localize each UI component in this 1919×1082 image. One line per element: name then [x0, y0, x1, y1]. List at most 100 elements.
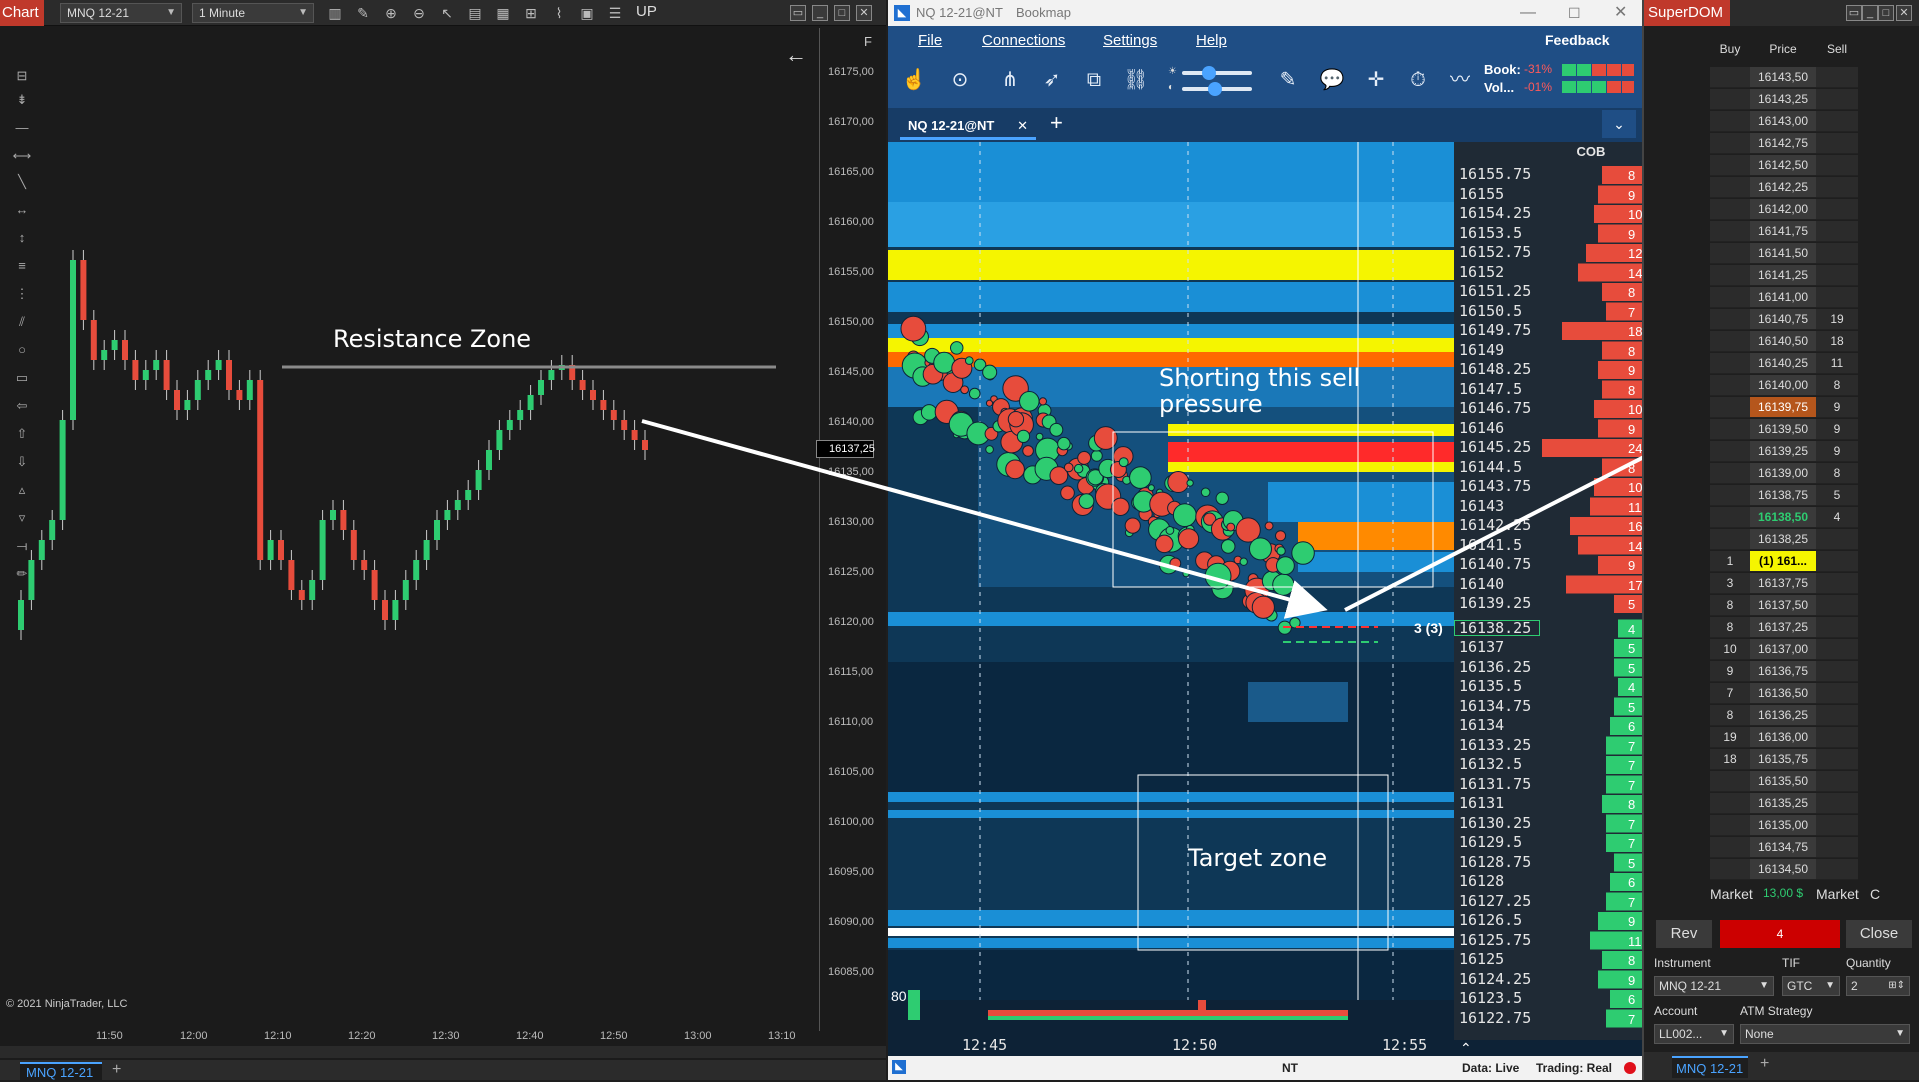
dom-buy-cell[interactable]: [1710, 485, 1750, 506]
dom-buy-cell[interactable]: 18: [1710, 749, 1750, 770]
dom-row[interactable]: 16138,50 4: [1710, 507, 1858, 529]
dom-row[interactable]: 16135,25: [1710, 793, 1858, 815]
dom-row[interactable]: 8 16137,25: [1710, 617, 1858, 639]
dom-buy-cell[interactable]: [1710, 177, 1750, 198]
dom-sell-cell[interactable]: 11: [1816, 353, 1858, 374]
dom-sell-cell[interactable]: [1816, 111, 1858, 132]
dom-sell-cell[interactable]: [1816, 155, 1858, 176]
dom-sell-cell[interactable]: [1816, 67, 1858, 88]
close-tab-icon[interactable]: ✕: [1017, 112, 1028, 140]
collapse-up-icon[interactable]: ⌃: [1460, 1040, 1472, 1057]
brightness-slider-track[interactable]: [1182, 71, 1252, 75]
minimize-icon[interactable]: —: [1520, 0, 1536, 26]
rocket-icon[interactable]: ➶: [1038, 66, 1066, 94]
reverse-button[interactable]: Rev: [1656, 920, 1712, 948]
dom-sell-cell[interactable]: [1816, 661, 1858, 682]
dom-sell-cell[interactable]: [1816, 133, 1858, 154]
horizontal-scrollbar[interactable]: [0, 1046, 886, 1058]
dom-row[interactable]: 16141,00: [1710, 287, 1858, 309]
close-icon[interactable]: ✕: [1896, 5, 1912, 21]
chevron-down-icon[interactable]: ⌄: [1602, 110, 1636, 138]
timer-icon[interactable]: ⏱: [1404, 66, 1432, 94]
dom-sell-cell[interactable]: 8: [1816, 463, 1858, 484]
dom-sell-cell[interactable]: 9: [1816, 397, 1858, 418]
layers-icon[interactable]: ⧉: [1080, 66, 1108, 94]
brightness-slider-knob[interactable]: [1202, 66, 1216, 80]
instrument-select[interactable]: MNQ 12-21 ▼: [1654, 976, 1774, 996]
dom-sell-cell[interactable]: 9: [1816, 419, 1858, 440]
atm-strategy-select[interactable]: None ▼: [1740, 1024, 1910, 1044]
dom-sell-cell[interactable]: 5: [1816, 485, 1858, 506]
dom-buy-cell[interactable]: 9: [1710, 661, 1750, 682]
dom-buy-cell[interactable]: [1710, 507, 1750, 528]
dom-sell-cell[interactable]: 19: [1816, 309, 1858, 330]
dom-sell-cell[interactable]: [1816, 705, 1858, 726]
dom-row[interactable]: 16134,50: [1710, 859, 1858, 881]
dom-buy-cell[interactable]: 7: [1710, 683, 1750, 704]
chat-icon[interactable]: 💬: [1318, 66, 1346, 94]
menu-connections[interactable]: Connections: [982, 32, 1065, 49]
dom-buy-cell[interactable]: [1710, 397, 1750, 418]
dom-buy-cell[interactable]: [1710, 243, 1750, 264]
recording-indicator-icon[interactable]: [1624, 1062, 1636, 1074]
dom-row[interactable]: 16140,75 19: [1710, 309, 1858, 331]
dom-sell-cell[interactable]: 9: [1816, 441, 1858, 462]
dom-buy-cell[interactable]: [1710, 529, 1750, 550]
dom-row[interactable]: 10 16137,00: [1710, 639, 1858, 661]
dom-row[interactable]: 16141,50: [1710, 243, 1858, 265]
dom-row[interactable]: 19 16136,00: [1710, 727, 1858, 749]
dom-row[interactable]: 7 16136,50: [1710, 683, 1858, 705]
dom-sell-cell[interactable]: [1816, 815, 1858, 836]
contrast-slider-knob[interactable]: [1208, 82, 1222, 96]
dom-sell-cell[interactable]: [1816, 727, 1858, 748]
screenshot-icon[interactable]: ⊙: [946, 66, 974, 94]
dom-sell-cell[interactable]: [1816, 749, 1858, 770]
dom-sell-cell[interactable]: 18: [1816, 331, 1858, 352]
tab-nq[interactable]: NQ 12-21@NT ✕: [900, 112, 1036, 140]
dom-row[interactable]: 9 16136,75: [1710, 661, 1858, 683]
dom-buy-cell[interactable]: [1710, 815, 1750, 836]
dom-sell-cell[interactable]: [1816, 793, 1858, 814]
dom-sell-cell[interactable]: [1816, 573, 1858, 594]
dom-buy-cell[interactable]: [1710, 463, 1750, 484]
dom-buy-cell[interactable]: [1710, 309, 1750, 330]
dom-sell-cell[interactable]: [1816, 859, 1858, 880]
dom-row[interactable]: 16141,75: [1710, 221, 1858, 243]
dom-buy-cell[interactable]: [1710, 111, 1750, 132]
add-tab-icon[interactable]: +: [1050, 110, 1063, 136]
heatmap-panel[interactable]: [888, 142, 1454, 1040]
close-position-button[interactable]: Close: [1846, 920, 1912, 948]
dom-buy-cell[interactable]: 8: [1710, 617, 1750, 638]
dom-buy-cell[interactable]: [1710, 837, 1750, 858]
dom-row[interactable]: 16142,25: [1710, 177, 1858, 199]
dom-buy-cell[interactable]: [1710, 793, 1750, 814]
dom-buy-cell[interactable]: [1710, 265, 1750, 286]
dom-sell-cell[interactable]: [1816, 771, 1858, 792]
dom-row[interactable]: 16142,00: [1710, 199, 1858, 221]
dom-sell-cell[interactable]: [1816, 221, 1858, 242]
link-icon[interactable]: ⛓: [1122, 66, 1150, 94]
dom-sell-cell[interactable]: 4: [1816, 507, 1858, 528]
dom-buy-cell[interactable]: [1710, 353, 1750, 374]
stepper-icon[interactable]: ⊞⇕: [1888, 977, 1905, 995]
dom-sell-cell[interactable]: 8: [1816, 375, 1858, 396]
indicator-chart-icon[interactable]: 〰: [1446, 66, 1474, 94]
add-tab-icon[interactable]: +: [112, 1061, 121, 1079]
crosshair-icon[interactable]: ✛: [1362, 66, 1390, 94]
dom-row[interactable]: 16142,75: [1710, 133, 1858, 155]
dom-buy-cell[interactable]: 19: [1710, 727, 1750, 748]
dom-sell-cell[interactable]: [1816, 683, 1858, 704]
dom-buy-cell[interactable]: [1710, 375, 1750, 396]
dom-row[interactable]: 16135,50: [1710, 771, 1858, 793]
dom-buy-cell[interactable]: [1710, 771, 1750, 792]
dom-row[interactable]: 16139,75 9: [1710, 397, 1858, 419]
dom-row[interactable]: 16143,00: [1710, 111, 1858, 133]
dom-sell-cell[interactable]: [1816, 551, 1858, 572]
dom-buy-cell[interactable]: 3: [1710, 573, 1750, 594]
dom-buy-cell[interactable]: [1710, 221, 1750, 242]
dom-sell-cell[interactable]: [1816, 265, 1858, 286]
dom-buy-cell[interactable]: 1: [1710, 551, 1750, 572]
dom-buy-cell[interactable]: 8: [1710, 595, 1750, 616]
dom-sell-cell[interactable]: [1816, 89, 1858, 110]
tile-window-icon[interactable]: ▭: [1846, 5, 1862, 21]
